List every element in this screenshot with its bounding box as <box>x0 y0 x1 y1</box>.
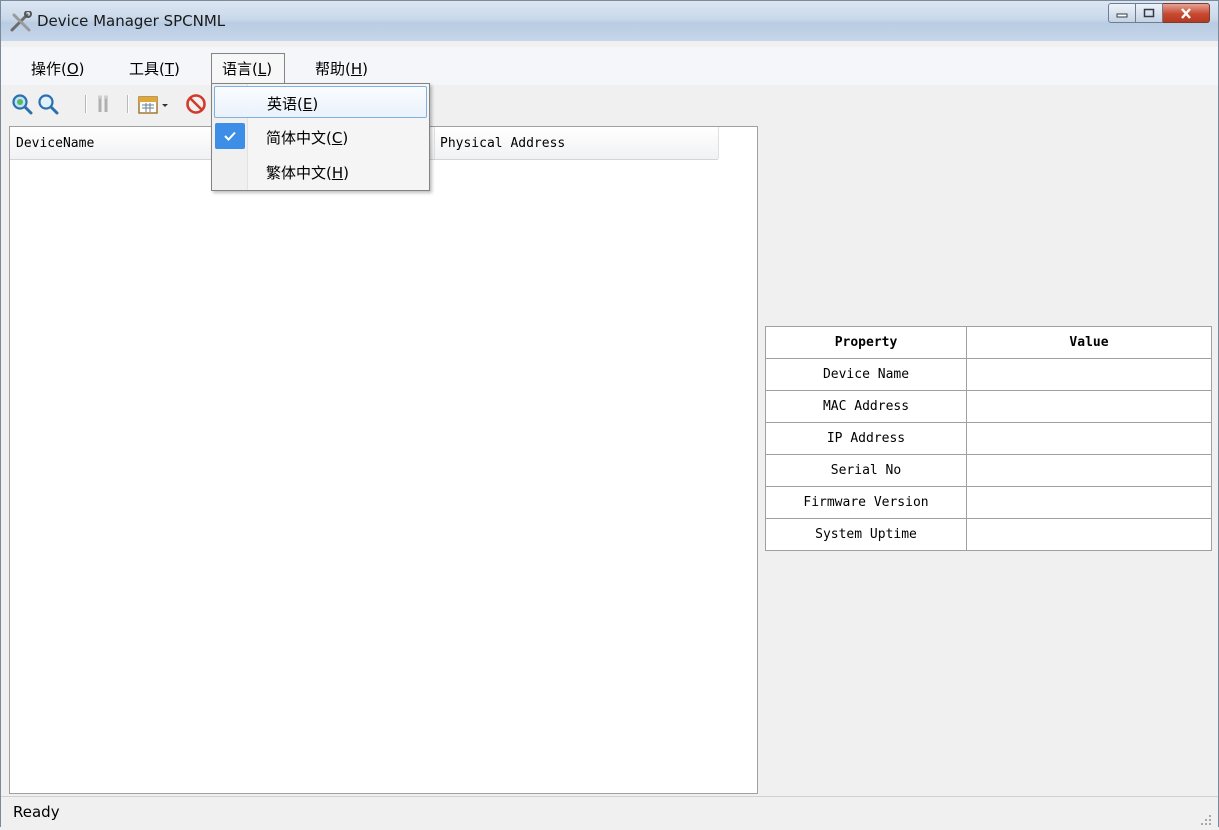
menu-item-label: 简体中文(C) <box>266 127 348 148</box>
menu-accel: H <box>350 60 363 78</box>
minimize-icon <box>1116 13 1128 18</box>
menu-item-tail: ) <box>343 164 349 182</box>
column-divider[interactable] <box>718 127 719 159</box>
search-network-icon[interactable] <box>11 93 33 119</box>
header-value: Value <box>966 326 1212 359</box>
table-row: MAC Address <box>765 390 1212 423</box>
menu-operation[interactable]: 操作(O) <box>27 57 89 81</box>
menu-label-tail: ) <box>78 60 85 78</box>
calendar-dropdown-icon[interactable] <box>137 93 173 119</box>
tools-icon[interactable] <box>95 93 117 119</box>
menu-item-label: 繁体中文(H) <box>266 162 349 183</box>
toolbar-separator <box>127 95 129 113</box>
menu-item-text: 简体中文( <box>266 129 332 147</box>
menu-accel: O <box>66 60 79 78</box>
property-name: System Uptime <box>765 518 967 551</box>
property-value[interactable] <box>966 390 1212 423</box>
toolbar-separator <box>85 95 87 113</box>
close-icon <box>1181 7 1191 19</box>
column-device-name[interactable]: DeviceName <box>16 136 94 151</box>
resize-grip-icon[interactable] <box>1200 811 1212 825</box>
menu-accel: H <box>331 164 344 182</box>
menu-label: 工具( <box>129 60 165 78</box>
property-value[interactable] <box>966 518 1212 551</box>
table-row: Firmware Version <box>765 486 1212 519</box>
menu-label: 操作( <box>31 60 67 78</box>
menu-item-english[interactable]: 英语(E) <box>214 86 427 118</box>
checkmark-icon <box>215 123 245 149</box>
column-physical-address[interactable]: Physical Address <box>440 136 565 151</box>
device-list[interactable]: DeviceName Physical Address <box>9 126 758 794</box>
menu-item-label: 英语(E) <box>267 93 318 114</box>
menu-label-tail: ) <box>174 60 180 78</box>
menu-item-tail: ) <box>342 129 349 147</box>
header-property: Property <box>765 326 967 359</box>
table-header-row: Property Value <box>765 326 1212 359</box>
maximize-icon <box>1143 8 1155 18</box>
property-name: Firmware Version <box>765 486 967 519</box>
table-row: Device Name <box>765 358 1212 391</box>
close-button[interactable] <box>1163 3 1210 23</box>
property-name: MAC Address <box>765 390 967 423</box>
property-name: IP Address <box>765 422 967 455</box>
menu-accel: E <box>302 95 313 113</box>
table-row: Serial No <box>765 454 1212 487</box>
property-value[interactable] <box>966 422 1212 455</box>
table-row: IP Address <box>765 422 1212 455</box>
menu-label: 语言( <box>222 60 258 78</box>
menu-bar: 操作(O) 工具(T) 语言(L) 帮助(H) <box>1 47 1218 85</box>
menu-label-tail: ) <box>362 60 368 78</box>
menu-help[interactable]: 帮助(H) <box>311 57 372 81</box>
maximize-button[interactable] <box>1136 3 1163 23</box>
property-table: Property Value Device Name MAC Address I… <box>765 326 1212 551</box>
property-name: Serial No <box>765 454 967 487</box>
property-value[interactable] <box>966 358 1212 391</box>
status-bar: Ready <box>1 796 1218 827</box>
minimize-button[interactable] <box>1108 3 1136 23</box>
menu-item-tail: ) <box>312 95 319 113</box>
window-controls <box>1108 3 1210 25</box>
menu-tools[interactable]: 工具(T) <box>125 57 184 81</box>
toolbar <box>1 87 1218 123</box>
menu-item-traditional-chinese[interactable]: 繁体中文(H) <box>214 156 427 188</box>
stop-icon[interactable] <box>185 93 207 119</box>
menu-item-simplified-chinese[interactable]: 简体中文(C) <box>214 121 427 153</box>
menu-language[interactable]: 语言(L) <box>211 53 286 83</box>
menu-label: 帮助( <box>315 60 351 78</box>
property-value[interactable] <box>966 486 1212 519</box>
title-bar[interactable]: Device Manager SPCNML <box>1 1 1218 41</box>
window-title: Device Manager SPCNML <box>37 12 226 30</box>
search-icon[interactable] <box>37 93 59 119</box>
menu-accel: C <box>331 129 343 147</box>
column-divider[interactable] <box>434 127 435 159</box>
property-value[interactable] <box>966 454 1212 487</box>
tools-icon <box>9 10 33 33</box>
language-dropdown: 英语(E) 简体中文(C) 繁体中文(H) <box>211 83 430 191</box>
property-name: Device Name <box>765 358 967 391</box>
menu-item-text: 繁体中文( <box>266 164 332 182</box>
menu-item-text: 英语( <box>267 95 303 113</box>
menu-accel: T <box>164 60 175 78</box>
menu-accel: L <box>257 60 267 78</box>
menu-label-tail: ) <box>266 60 273 78</box>
table-row: System Uptime <box>765 518 1212 551</box>
main-window: Device Manager SPCNML 操作(O) 工具(T) 语言(L) … <box>0 0 1219 827</box>
status-text: Ready <box>13 803 60 821</box>
